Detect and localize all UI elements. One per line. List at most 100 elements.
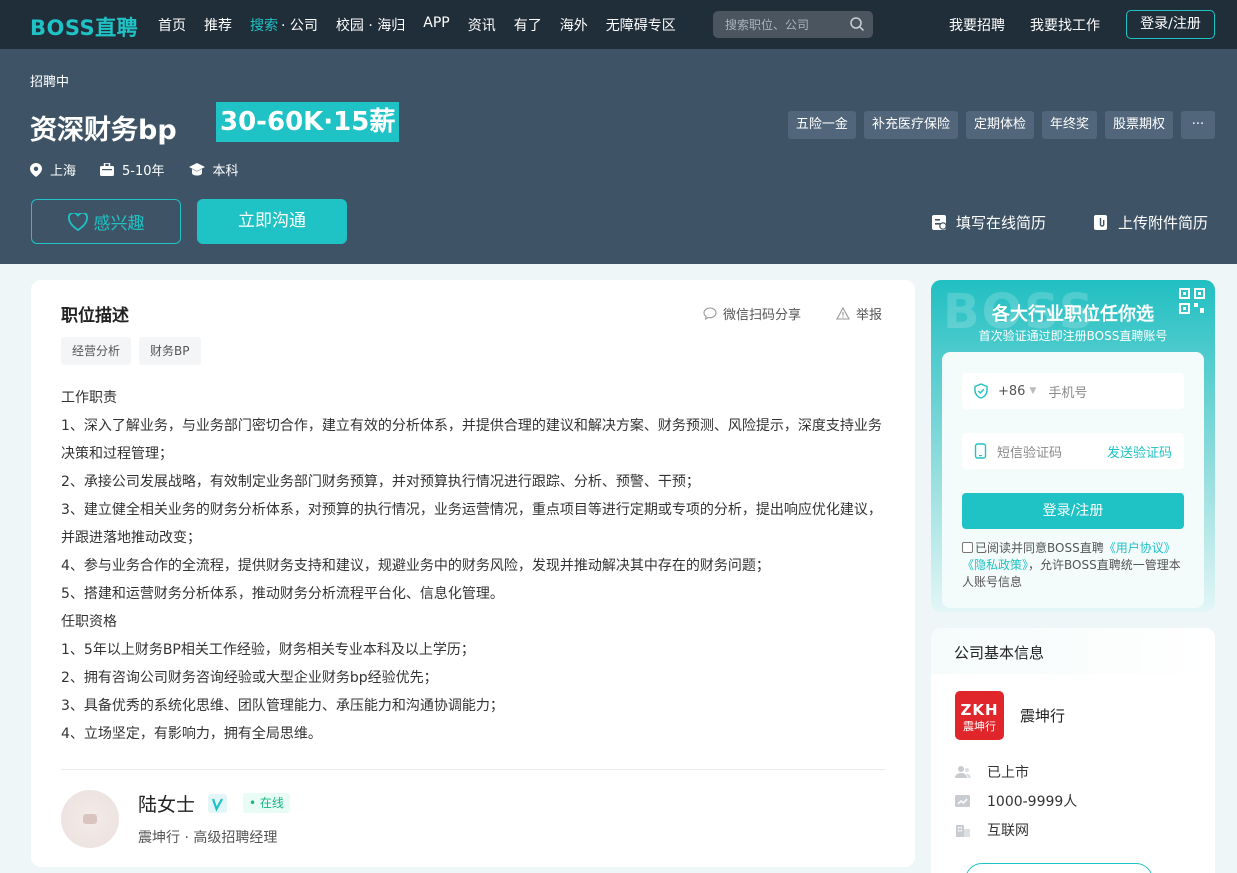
chat-bubble-icon: [703, 307, 717, 320]
keyword-tag: 经营分析: [61, 337, 132, 365]
desc-line: 工作职责: [61, 390, 117, 406]
benefit-tag: 五险一金: [787, 111, 856, 139]
menu-accessibility[interactable]: 无障碍专区: [606, 15, 676, 35]
menu-company-label[interactable]: · 公司: [281, 18, 318, 34]
verified-icon: [208, 794, 227, 813]
send-code-button[interactable]: 发送验证码: [1107, 442, 1172, 461]
search-box[interactable]: 搜索职位、公司: [713, 11, 873, 38]
briefcase-icon: [100, 163, 115, 176]
menu-app[interactable]: APP: [423, 15, 449, 35]
login-submit-button[interactable]: 登录/注册: [962, 493, 1184, 529]
report-button[interactable]: 举报: [836, 304, 882, 323]
company-size-label: 1000-9999人: [987, 794, 1078, 810]
keyword-tags: 经营分析 财务BP: [61, 337, 201, 365]
warning-icon: [836, 307, 850, 320]
menu-home[interactable]: 首页: [158, 15, 186, 35]
login-form: +86 ▼ 手机号 短信验证码 发送验证码 登录/注册 已阅读并同意BOSS直聘…: [942, 352, 1204, 608]
benefit-tag: 补充医疗保险: [863, 111, 958, 139]
company-detail-button[interactable]: [965, 863, 1153, 873]
job-meta: 上海 5-10年 本科: [30, 160, 263, 179]
keyword-tag: 财务BP: [139, 337, 201, 365]
job-salary: 30-60K·15薪: [216, 102, 400, 142]
menu-recommend[interactable]: 推荐: [204, 15, 232, 35]
desc-line: 3、具备优秀的系统化思维、团队管理能力、承压能力和沟通协调能力；: [61, 698, 504, 714]
country-code-select[interactable]: +86: [998, 384, 1025, 399]
job-description-card: 职位描述 微信扫码分享 举报 经营分析 财务BP 工作职责 1、深入了解业务，与…: [31, 280, 915, 867]
job-status: 招聘中: [30, 75, 70, 90]
menu-search-label[interactable]: 搜索: [250, 18, 278, 34]
phone-field[interactable]: +86 ▼ 手机号: [962, 373, 1184, 409]
menu-overseas[interactable]: 海外: [560, 15, 588, 35]
desc-line: 5、搭建和运营财务分析体系，推动财务分析流程平台化、信息化管理。: [61, 586, 504, 602]
benefit-tag: 股票期权: [1104, 111, 1173, 139]
online-resume-link[interactable]: 填写在线简历: [931, 212, 1046, 233]
benefit-tag: 定期体检: [965, 111, 1034, 139]
job-degree: 本科: [188, 160, 239, 179]
shield-icon: [974, 383, 988, 399]
job-experience-label: 5-10年: [122, 164, 165, 179]
login-button[interactable]: 登录/注册: [1126, 10, 1215, 39]
interested-button[interactable]: 感兴趣: [31, 199, 181, 244]
privacy-policy-link[interactable]: 《隐私政策》: [962, 558, 1028, 572]
sms-code-input[interactable]: 短信验证码: [997, 442, 1062, 461]
agree-checkbox[interactable]: [962, 542, 973, 553]
more-benefits-button[interactable]: ···: [1181, 111, 1215, 139]
site-logo[interactable]: BOSS直聘: [30, 12, 138, 42]
sms-code-field[interactable]: 短信验证码 发送验证码: [962, 433, 1184, 469]
job-degree-label: 本科: [212, 164, 239, 179]
menu-youle[interactable]: 有了: [514, 15, 542, 35]
desc-line: 任职资格: [61, 614, 117, 630]
search-input[interactable]: 搜索职位、公司: [725, 16, 809, 33]
login-card-subtitle: 首次验证通过即注册BOSS直聘账号: [978, 329, 1168, 343]
company-info-card: 公司基本信息 ZKH 震坤行 震坤行 已上市 1000-9999人 互联网: [931, 628, 1215, 873]
company-logo-text: ZKH: [960, 701, 999, 719]
benefit-tags: 五险一金 补充医疗保险 定期体检 年终奖 股票期权 ···: [787, 111, 1215, 139]
job-city: 上海: [30, 160, 76, 179]
upload-resume-link[interactable]: 上传附件简历: [1093, 212, 1208, 233]
job-header: 招聘中 资深财务bp 30-60K·15薪 五险一金 补充医疗保险 定期体检 年…: [0, 49, 1237, 264]
resume-icon: [932, 215, 947, 230]
benefit-tag: 年终奖: [1041, 111, 1097, 139]
company-size: 1000-9999人: [955, 791, 1077, 811]
company-stage: 已上市: [955, 762, 1029, 782]
login-card: BOSS 各大行业职位任你选 首次验证通过即注册BOSS直聘账号 +86 ▼ 手…: [931, 280, 1215, 612]
recruiter-name: 陆女士: [138, 794, 196, 816]
user-agreement-link[interactable]: 《用户协议》: [1104, 541, 1176, 555]
desc-line: 4、参与业务合作的全流程，提供财务支持和建议，规避业务中的财务风险，发现并推动解…: [61, 558, 770, 574]
desc-line: 1、5年以上财务BP相关工作经验，财务相关专业本科及以上学历；: [61, 642, 475, 658]
phone-icon: [974, 443, 987, 459]
search-icon[interactable]: [849, 16, 865, 32]
find-job-link[interactable]: 我要找工作: [1030, 15, 1100, 35]
avatar[interactable]: [61, 790, 119, 848]
menu-news[interactable]: 资讯: [468, 15, 496, 35]
online-status-badge: • 在线: [243, 793, 290, 813]
company-industry-label: 互联网: [987, 823, 1029, 839]
online-resume-label: 填写在线简历: [956, 214, 1047, 232]
company-logo-subtext: 震坤行: [963, 720, 996, 733]
heart-icon: [67, 212, 88, 231]
upload-icon: [1094, 215, 1107, 230]
desc-line: 4、立场坚定，有影响力，拥有全局思维。: [61, 726, 322, 742]
chart-icon: [955, 795, 970, 807]
graduation-cap-icon: [188, 163, 205, 176]
recruit-link[interactable]: 我要招聘: [949, 15, 1005, 35]
chat-now-button[interactable]: 立即沟通: [197, 199, 347, 244]
phone-input[interactable]: 手机号: [1048, 382, 1087, 401]
company-stage-label: 已上市: [987, 765, 1029, 781]
section-title: 职位描述: [61, 306, 129, 326]
chevron-down-icon[interactable]: ▼: [1029, 386, 1036, 396]
job-city-label: 上海: [50, 164, 77, 179]
menu-search[interactable]: 搜索 · 公司: [250, 15, 318, 35]
company-name[interactable]: 震坤行: [1020, 705, 1065, 726]
company-logo[interactable]: ZKH 震坤行: [955, 691, 1004, 740]
users-icon: [955, 766, 971, 778]
report-label: 举报: [856, 308, 883, 323]
menu-campus[interactable]: 校园 · 海归: [336, 15, 405, 35]
top-nav: BOSS直聘 首页 推荐 搜索 · 公司 校园 · 海归 APP 资讯 有了 海外…: [0, 0, 1237, 49]
login-card-title: 各大行业职位任你选: [992, 304, 1154, 325]
agree-prefix: 已阅读并同意BOSS直聘: [975, 541, 1104, 555]
wechat-share-button[interactable]: 微信扫码分享: [703, 304, 801, 323]
desc-line: 1、深入了解业务，与业务部门密切合作，建立有效的分析体系，并提供合理的建议和解决…: [61, 418, 882, 462]
location-icon: [30, 162, 42, 177]
desc-line: 2、拥有咨询公司财务咨询经验或大型企业财务bp经验优先；: [61, 670, 438, 686]
